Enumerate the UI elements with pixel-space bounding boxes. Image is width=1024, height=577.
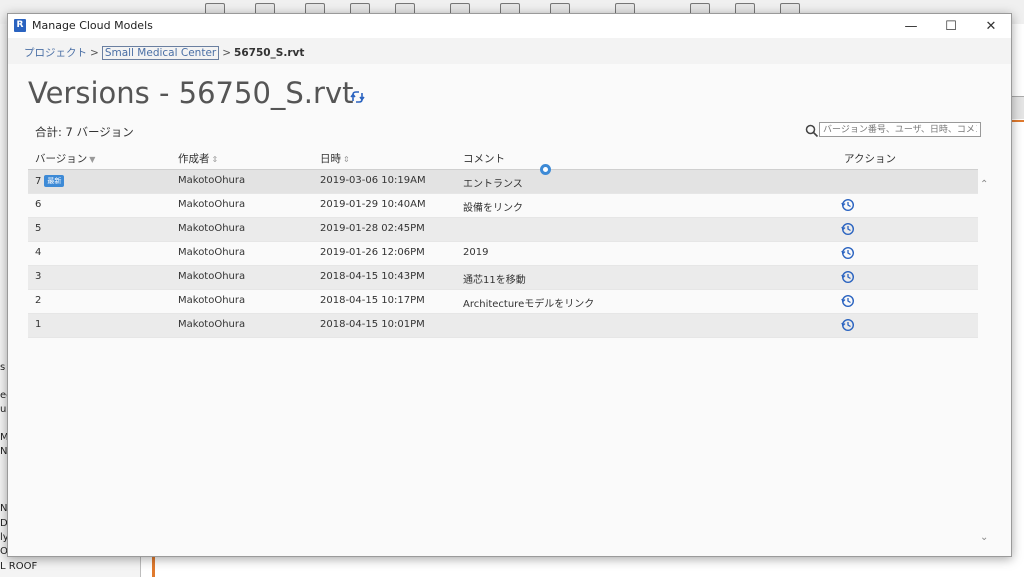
comment-cell: エントランス xyxy=(463,179,523,190)
date-cell: 2019-03-06 10:19AM xyxy=(320,175,426,186)
versions-table: バージョン ▼ 作成者 ⇕ 日時 ⇕ コメント アクション 7 最新 MakotoOhu… xyxy=(28,146,978,338)
author-cell: MakotoOhura xyxy=(178,247,246,258)
version-cell: 5 xyxy=(35,223,42,234)
version-cell: 1 xyxy=(35,319,42,330)
column-header-label: 作成者 xyxy=(178,153,210,165)
date-cell: 2019-01-29 10:40AM xyxy=(320,199,426,210)
refresh-icon[interactable] xyxy=(349,88,367,106)
sort-desc-icon: ▼ xyxy=(89,155,96,164)
properties-strip xyxy=(1010,96,1024,119)
author-cell: MakotoOhura xyxy=(178,199,246,210)
date-cell: 2019-01-26 12:06PM xyxy=(320,247,425,258)
column-header-action: アクション xyxy=(844,153,896,165)
search-input[interactable] xyxy=(819,122,981,137)
scroll-down-arrow-icon[interactable]: ⌄ xyxy=(980,532,992,544)
table-row[interactable]: 4 MakotoOhura 2019-01-26 12:06PM 2019 xyxy=(28,242,978,266)
comment-cell: 2019 xyxy=(463,247,489,258)
date-cell: 2018-04-15 10:43PM xyxy=(320,271,425,282)
table-row[interactable]: 1 MakotoOhura 2018-04-15 10:01PM xyxy=(28,314,978,338)
version-cell: 4 xyxy=(35,247,42,258)
loading-spinner-icon xyxy=(540,164,551,175)
author-cell: MakotoOhura xyxy=(178,271,246,282)
comment-cell: Architectureモデルをリンク xyxy=(463,299,595,310)
author-cell: MakotoOhura xyxy=(178,175,246,186)
version-cell: 2 xyxy=(35,295,42,306)
column-header-version[interactable]: バージョン ▼ xyxy=(35,151,95,166)
date-cell: 2018-04-15 10:17PM xyxy=(320,295,425,306)
table-row[interactable]: 5 MakotoOhura 2019-01-28 02:45PM xyxy=(28,218,978,242)
version-number: 7 xyxy=(35,176,42,187)
sort-icon: ⇕ xyxy=(211,155,219,164)
table-row[interactable]: 2 MakotoOhura 2018-04-15 10:17PM Archite… xyxy=(28,290,978,314)
table-header: バージョン ▼ 作成者 ⇕ 日時 ⇕ コメント アクション xyxy=(28,146,978,170)
version-count: 合計: 7 バージョン xyxy=(35,125,134,139)
comment-cell: 設備をリンク xyxy=(463,203,523,214)
column-header-label: 日時 xyxy=(320,153,341,165)
restore-version-icon[interactable] xyxy=(841,294,855,308)
search-icon xyxy=(805,124,819,138)
window-title: Manage Cloud Models xyxy=(32,19,153,32)
breadcrumb-root-link[interactable]: プロジェクト xyxy=(24,47,87,59)
latest-badge: 最新 xyxy=(44,175,65,187)
restore-version-icon[interactable] xyxy=(841,222,855,236)
restore-version-icon[interactable] xyxy=(841,198,855,212)
restore-version-icon[interactable] xyxy=(841,318,855,332)
close-button[interactable]: ✕ xyxy=(971,14,1011,38)
author-cell: MakotoOhura xyxy=(178,223,246,234)
properties-highlight xyxy=(1010,120,1024,122)
restore-version-icon[interactable] xyxy=(841,246,855,260)
column-header-label: バージョン xyxy=(35,153,88,165)
table-row[interactable]: 7 最新 MakotoOhura 2019-03-06 10:19AM エントラン… xyxy=(28,170,978,194)
date-cell: 2018-04-15 10:01PM xyxy=(320,319,425,330)
author-cell: MakotoOhura xyxy=(178,295,246,306)
breadcrumb-separator: > xyxy=(90,47,99,59)
breadcrumb: プロジェクト > Small Medical Center >56750_S.rvt xyxy=(24,45,304,60)
version-cell: 7 最新 xyxy=(35,175,65,187)
breadcrumb-project-link[interactable]: Small Medical Center xyxy=(101,46,220,60)
browser-text: L ROOF xyxy=(0,561,38,572)
restore-version-icon[interactable] xyxy=(841,270,855,284)
column-header-comment: コメント xyxy=(463,153,505,165)
browser-text: s xyxy=(0,362,6,373)
sort-icon: ⇕ xyxy=(343,155,350,164)
maximize-button[interactable]: ☐ xyxy=(931,14,971,38)
version-cell: 6 xyxy=(35,199,42,210)
column-header-date[interactable]: 日時 ⇕ xyxy=(320,151,350,166)
table-row[interactable]: 3 MakotoOhura 2018-04-15 10:43PM 通芯11を移動 xyxy=(28,266,978,290)
breadcrumb-separator: > xyxy=(222,47,232,59)
manage-cloud-models-dialog: R Manage Cloud Models — ☐ ✕ プロジェクト > Small… xyxy=(7,13,1012,557)
breadcrumb-bar: プロジェクト > Small Medical Center >56750_S.rvt xyxy=(8,38,1011,64)
date-cell: 2019-01-28 02:45PM xyxy=(320,223,425,234)
revit-logo-icon: R xyxy=(14,19,26,32)
minimize-button[interactable]: — xyxy=(891,14,931,38)
scroll-up-arrow-icon[interactable]: ⌃ xyxy=(980,179,992,191)
page-title: Versions - 56750_S.rvt xyxy=(28,76,354,110)
version-cell: 3 xyxy=(35,271,42,282)
author-cell: MakotoOhura xyxy=(178,319,246,330)
title-bar[interactable]: R Manage Cloud Models — ☐ ✕ xyxy=(8,14,1011,38)
table-row[interactable]: 6 MakotoOhura 2019-01-29 10:40AM 設備をリンク xyxy=(28,194,978,218)
comment-cell: 通芯11を移動 xyxy=(463,275,526,286)
column-header-author[interactable]: 作成者 ⇕ xyxy=(178,151,218,166)
breadcrumb-current: 56750_S.rvt xyxy=(234,47,305,59)
